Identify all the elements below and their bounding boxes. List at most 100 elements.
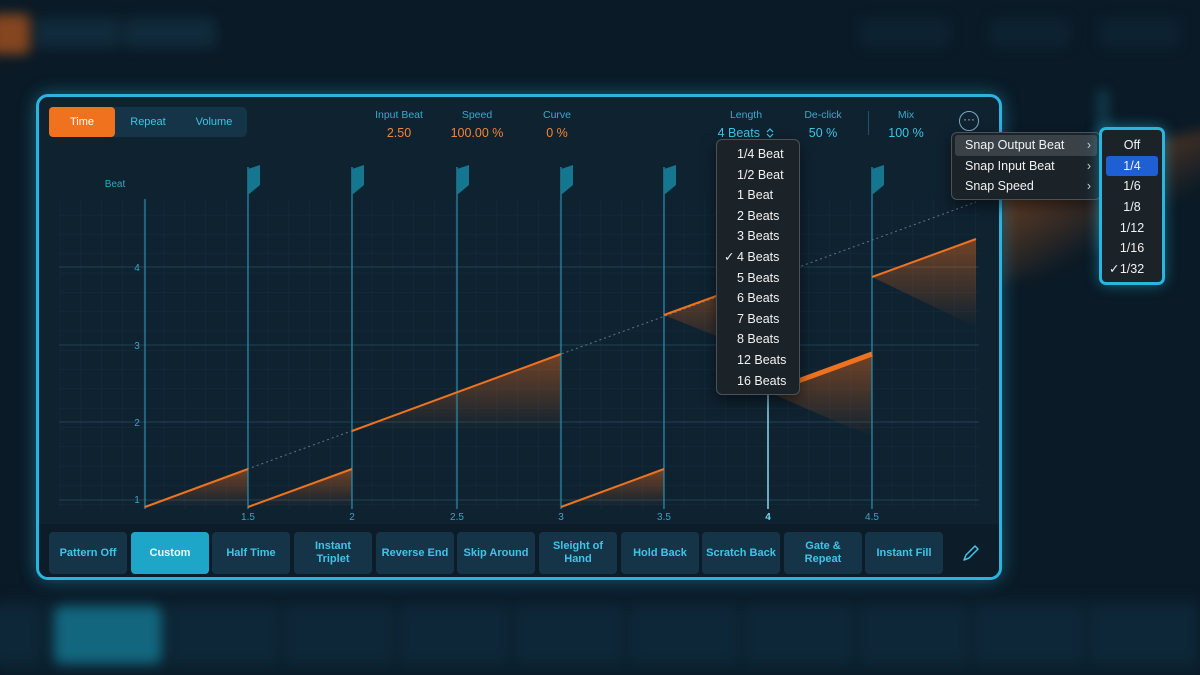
declick-label: De-click [804,109,842,121]
beat-remapper-panel: Time Repeat Volume Input Beat 2.50 Speed… [36,94,1002,580]
x-tick: 4.5 [865,512,879,523]
preset-bar: Pattern Off Custom Half Time Instant Tri… [39,524,999,577]
x-tick: 2 [349,512,355,523]
length-option-label: 4 Beats [737,249,780,264]
preset-sleight-of-hand[interactable]: Sleight of Hand [539,532,617,574]
x-tick: 1.5 [241,512,255,523]
y-tick: 2 [134,418,140,429]
length-option-label: 6 Beats [737,291,780,306]
length-option[interactable]: 2 Beats [717,206,799,227]
length-option-label: 8 Beats [737,332,780,347]
x-tick-current: 4 [765,512,771,523]
length-option-label: 5 Beats [737,270,780,285]
length-option[interactable]: 7 Beats [717,309,799,330]
ellipsis-circle-icon[interactable]: ··· [959,111,979,131]
mode-tab-repeat[interactable]: Repeat [115,107,181,137]
preset-reverse-end[interactable]: Reverse End [376,532,454,574]
length-option[interactable]: 1 Beat [717,185,799,206]
length-option-label: 1/2 Beat [737,167,784,182]
speed-label: Speed [461,109,493,121]
menu-item-label: Snap Speed [965,179,1034,194]
length-option[interactable]: 6 Beats [717,288,799,309]
mode-tab-volume[interactable]: Volume [181,107,247,137]
input-beat-control[interactable]: Input Beat 2.50 [364,109,434,140]
preset-hold-back[interactable]: Hold Back [621,532,699,574]
length-option[interactable]: 16 Beats [717,371,799,392]
checkmark-icon: ✓ [724,249,735,264]
length-option-label: 1/4 Beat [737,147,784,161]
snap-option[interactable]: 1/6 [1106,176,1158,197]
length-option[interactable]: 1/4 Beat [717,144,799,165]
preset-instant-fill[interactable]: Instant Fill [865,532,943,574]
length-option[interactable]: 1/2 Beat [717,165,799,186]
curve-value[interactable]: 0 % [527,126,587,140]
input-beat-value[interactable]: 2.50 [364,126,434,140]
curve-label: Curve [542,109,571,121]
preset-pattern-off[interactable]: Pattern Off [49,532,127,574]
length-option[interactable]: 3 Beats [717,226,799,247]
length-option[interactable]: 5 Beats [717,268,799,289]
mix-separator [868,111,869,135]
chevron-right-icon: › [1086,158,1091,173]
y-tick: 3 [134,341,140,352]
length-option-label: 2 Beats [737,208,780,223]
preset-instant-triplet[interactable]: Instant Triplet [294,532,372,574]
speed-control[interactable]: Speed 100.00 % [441,109,513,140]
input-beat-label: Input Beat [375,109,423,121]
chevron-right-icon: › [1086,138,1091,152]
x-axis-ticks: 1.5 2 2.5 3 3.5 4 4.5 [241,512,879,523]
snap-option-selected[interactable]: ✓ 1/32 [1106,259,1158,280]
snap-option[interactable]: 1/16 [1106,238,1158,259]
snap-output-beat-submenu: Off 1/4 1/6 1/8 1/12 1/16 ✓ 1/32 [1099,127,1165,285]
length-option-label: 16 Beats [737,373,787,388]
x-tick: 3.5 [657,512,671,523]
mix-control[interactable]: Mix 100 % [877,109,935,140]
length-option[interactable]: 8 Beats [717,329,799,350]
y-tick: 4 [134,263,140,274]
snap-option[interactable]: 1/8 [1106,197,1158,218]
preset-half-time[interactable]: Half Time [212,532,290,574]
preset-scratch-back[interactable]: Scratch Back [702,532,780,574]
length-option[interactable]: 12 Beats [717,350,799,371]
menu-item-snap-output-beat[interactable]: Snap Output Beat › [955,135,1097,156]
length-option-selected[interactable]: ✓ 4 Beats [717,247,799,268]
preset-gate-repeat[interactable]: Gate & Repeat [784,532,862,574]
speed-value[interactable]: 100.00 % [441,126,513,140]
menu-item-label: Snap Output Beat [965,138,1065,152]
mode-selector: Time Repeat Volume [49,107,247,137]
updown-chevron-icon [767,128,774,138]
x-tick: 2.5 [450,512,464,523]
y-axis-label: Beat [105,179,126,190]
mix-value[interactable]: 100 % [877,126,935,140]
x-tick: 3 [558,512,564,523]
menu-item-snap-speed[interactable]: Snap Speed › [955,176,1097,197]
length-option-label: 12 Beats [737,352,787,367]
length-option-label: 1 Beat [737,188,774,203]
preset-custom[interactable]: Custom [131,532,209,574]
snap-context-menu: Snap Output Beat › Snap Input Beat › Sna… [951,132,1101,200]
chevron-right-icon: › [1086,179,1091,194]
length-value[interactable]: 4 Beats [707,126,785,140]
length-label: Length [729,109,763,121]
menu-item-snap-input-beat[interactable]: Snap Input Beat › [955,156,1097,177]
checkmark-icon: ✓ [1109,262,1120,277]
snap-option-highlighted[interactable]: 1/4 [1106,155,1158,177]
beat-graph[interactable]: Beat 1 2 3 4 1.5 2 2.5 3 3.5 4 4.5 [39,157,999,527]
menu-item-label: Snap Input Beat [965,158,1055,173]
length-value-text: 4 Beats [717,126,760,140]
y-tick: 1 [134,495,140,506]
preset-skip-around[interactable]: Skip Around [457,532,535,574]
length-dropdown-menu: 1/4 Beat 1/2 Beat 1 Beat 2 Beats 3 Beats… [716,139,800,395]
length-option-label: 7 Beats [737,311,780,326]
declick-control[interactable]: De-click 50 % [791,109,855,140]
snap-option-label: 1/32 [1119,262,1145,277]
pencil-icon[interactable] [960,542,982,564]
length-control[interactable]: Length 4 Beats [707,109,785,140]
declick-value[interactable]: 50 % [791,126,855,140]
length-option-label: 3 Beats [737,229,780,244]
mode-tab-time[interactable]: Time [49,107,115,137]
snap-option[interactable]: 1/12 [1106,218,1158,239]
snap-option[interactable]: Off [1106,135,1158,156]
mix-label: Mix [897,109,915,121]
curve-control[interactable]: Curve 0 % [527,109,587,140]
